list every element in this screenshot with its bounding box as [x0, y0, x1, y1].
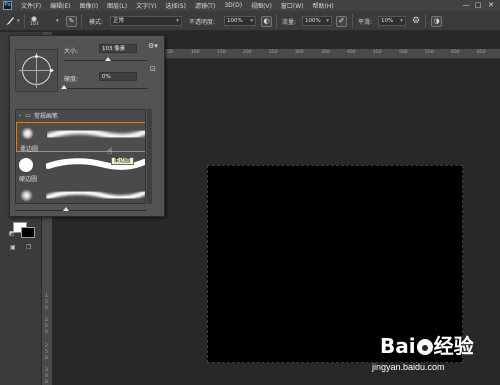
hand-cursor-icon: ☝: [107, 147, 113, 157]
default-colors-icon[interactable]: ◩: [9, 230, 15, 237]
menu-3d[interactable]: 3D(D): [224, 2, 242, 9]
brush-settings-toggle-icon[interactable]: ✎: [66, 15, 77, 27]
ruler-v-tick: 0: [45, 374, 48, 379]
preset-list-scrollbar[interactable]: [147, 109, 152, 204]
pressure-opacity-icon[interactable]: ◐: [261, 15, 272, 27]
preset-name: 柔边圆: [20, 146, 39, 153]
preset-soft-round-2[interactable]: [16, 184, 145, 203]
menu-window[interactable]: 窗口(W): [281, 1, 304, 10]
preview-size-slider[interactable]: [15, 210, 146, 211]
ruler-h-tick: 550: [425, 50, 434, 55]
flow-input[interactable]: 100% ▾: [302, 16, 332, 26]
new-preset-icon[interactable]: ⊡: [150, 65, 156, 73]
gear-icon[interactable]: ⚙: [412, 16, 420, 26]
ruler-v-tick: 2: [45, 318, 48, 323]
preset-name: 硬边圆: [19, 176, 38, 183]
preset-tooltip: 柔边圆: [111, 157, 134, 165]
ruler-v-tick: 0: [45, 380, 48, 385]
ruler-h-tick: 200: [243, 50, 252, 55]
menu-bar: Ps 文件(F) 编辑(E) 图像(I) 图层(L) 文字(Y) 选择(S) 滤…: [0, 0, 500, 11]
menu-type[interactable]: 文字(Y): [136, 1, 156, 10]
ruler-h-tick: 150: [217, 50, 226, 55]
smoothing-input[interactable]: 10% ▾: [378, 16, 406, 26]
options-bar: ▾ 103 ▾ ✎ 模式: 正常 ▾ 不透明度: 100% ▾ ◐ 流量: 100%…: [0, 11, 500, 31]
close-button[interactable]: ✕: [487, 2, 495, 9]
panel-gear-icon[interactable]: ⚙▾: [148, 42, 158, 50]
soft-round-tip-icon: [20, 189, 33, 202]
app-logo: Ps: [3, 1, 12, 10]
ruler-v-tick: 2: [45, 344, 48, 349]
folder-icon: ▭: [25, 111, 31, 119]
preset-soft-round[interactable]: 柔边圆: [16, 122, 145, 153]
airbrush-icon[interactable]: ✐: [336, 15, 347, 27]
ruler-h-tick: 50: [167, 50, 173, 55]
ruler-v-tick: 0: [45, 306, 48, 311]
menu-file[interactable]: 文件(F): [21, 1, 41, 10]
menu-view[interactable]: 视图(V): [251, 1, 272, 10]
opacity-label: 不透明度:: [189, 18, 216, 26]
quick-mask-icon[interactable]: ▣: [10, 244, 16, 251]
preset-group[interactable]: ⌄ ▭ 常规画笔: [16, 110, 145, 120]
soft-stroke-preview: [46, 189, 145, 201]
mode-select[interactable]: 正常 ▾: [110, 16, 182, 26]
ruler-h-tick: 450: [373, 50, 382, 55]
menu-help[interactable]: 帮助(H): [313, 1, 334, 10]
preview-size-slider-thumb[interactable]: [63, 207, 69, 211]
pressure-size-icon[interactable]: ◑: [431, 15, 442, 27]
ruler-h-tick: 350: [321, 50, 330, 55]
paw-icon: [416, 339, 433, 355]
menu-select[interactable]: 选择(S): [165, 1, 186, 10]
background-color-swatch[interactable]: [21, 227, 35, 238]
ruler-v-tick: 5: [45, 350, 48, 355]
smoothing-label: 平滑:: [358, 18, 373, 26]
ruler-v-tick: 0: [45, 356, 48, 361]
hardness-input[interactable]: 0%: [99, 72, 137, 81]
ruler-h-tick: 300: [295, 50, 304, 55]
hardness-label: 硬度:: [64, 76, 79, 83]
hard-round-tip-icon: [19, 158, 33, 172]
hardness-slider[interactable]: [64, 88, 148, 89]
ruler-v-tick: 0: [45, 330, 48, 335]
ruler-h-tick: 100: [191, 50, 200, 55]
brush-size-readout: 103: [30, 21, 39, 27]
brush-preset-picker[interactable]: 103: [30, 11, 39, 31]
ruler-v-tick: 0: [45, 324, 48, 329]
ruler-h-tick: 500: [399, 50, 408, 55]
screen-mode-icon[interactable]: ❐: [26, 244, 31, 251]
menu-image[interactable]: 图像(I): [80, 1, 98, 10]
size-label: 大小:: [64, 48, 79, 55]
opacity-input[interactable]: 100% ▾: [224, 16, 256, 26]
preset-group-name: 常规画笔: [33, 112, 58, 120]
brush-tool-icon[interactable]: ▾: [4, 11, 20, 31]
watermark-logo: Bai 经验: [380, 334, 474, 358]
flow-label: 流量:: [282, 18, 297, 26]
soft-stroke-preview: [47, 128, 145, 140]
soft-round-tip-icon: [21, 127, 34, 140]
ruler-h-tick: 650: [477, 50, 486, 55]
mode-label: 模式:: [89, 18, 104, 26]
watermark: Bai 经验 jingyan.baidu.com: [372, 330, 500, 385]
minimize-button[interactable]: —: [462, 2, 470, 9]
ruler-v-tick: 5: [45, 300, 48, 305]
chevron-down-icon: ⌄: [18, 112, 23, 118]
maximize-button[interactable]: □: [474, 2, 482, 9]
hardness-slider-thumb[interactable]: [61, 85, 67, 89]
horizontal-ruler: 50 100 150 200 250 300 350 400 450 500 5…: [165, 49, 500, 59]
ruler-h-tick: 600: [451, 50, 460, 55]
menu-edit[interactable]: 编辑(E): [50, 1, 70, 10]
menu-filter[interactable]: 滤镜(T): [195, 1, 215, 10]
brush-preset-panel: 大小: 103 像素 硬度: 0% ⚙▾ ⊡ ⌄ ▭ 常规画笔 柔边圆 硬边圆: [9, 35, 165, 217]
brush-tip-preview[interactable]: [15, 49, 58, 92]
size-input[interactable]: 103 像素: [99, 44, 137, 53]
menu-layer[interactable]: 图层(L): [107, 1, 127, 10]
ruler-v-tick: 1: [45, 294, 48, 299]
size-slider-thumb[interactable]: [104, 57, 111, 61]
ruler-v-tick: 3: [45, 368, 48, 373]
ruler-h-tick: 250: [269, 50, 278, 55]
watermark-url: jingyan.baidu.com: [372, 362, 445, 372]
ruler-h-tick: 400: [347, 50, 356, 55]
